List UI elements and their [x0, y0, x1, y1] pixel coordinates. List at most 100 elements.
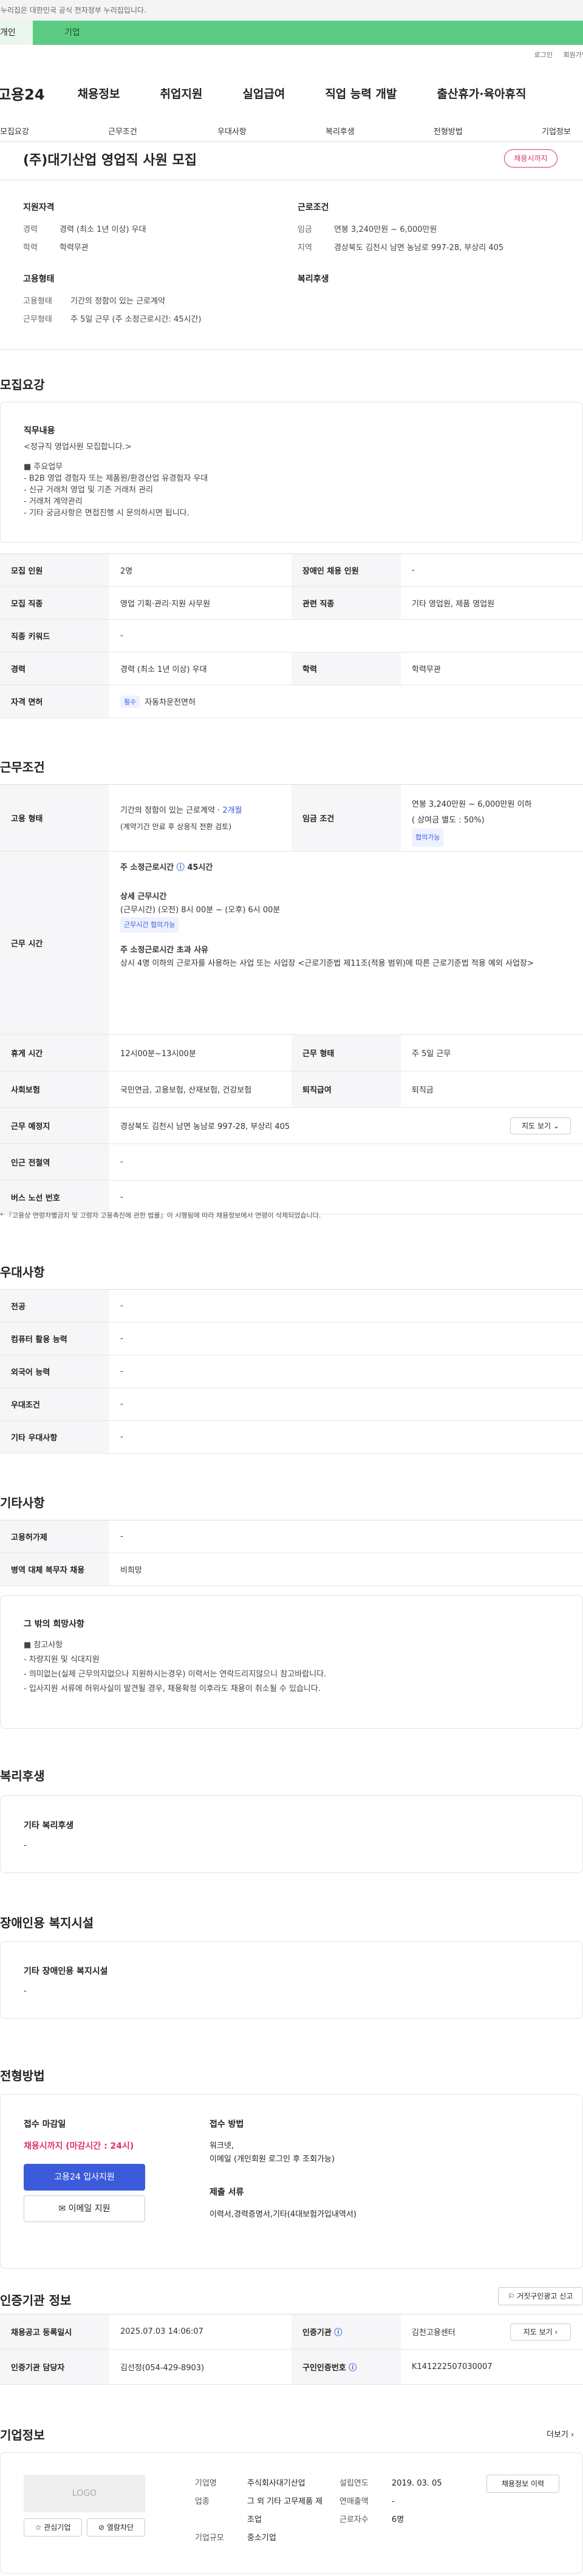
company-logo: LOGO	[24, 2475, 145, 2512]
etc-section-title: 기타사항	[0, 1496, 45, 1510]
table-row: 우대조건 -	[0, 1388, 583, 1421]
star-icon: ☆	[35, 2523, 42, 2532]
wage-row: 임금 연봉 3,240만원 ~ 6,000만원	[298, 225, 437, 234]
anchor-recruit[interactable]: 모집요강	[0, 125, 29, 137]
table-row: 채용공고 등록일시 2025.07.03 14:06:07 인증기관 ⓘ 김천고용…	[0, 2314, 583, 2350]
deadline-heading: 접수 마감일	[24, 2120, 66, 2129]
process-section-title: 전형방법	[0, 2069, 45, 2083]
other-notes-heading: 그 밖의 희망사항	[24, 1619, 84, 1629]
conditions-heading: 근로조건	[298, 203, 329, 212]
hours-negotiable-chip: 근무시간 협의가능	[120, 917, 179, 933]
anchor-pref[interactable]: 우대사항	[217, 125, 247, 137]
job-history-button[interactable]: 채용정보 이력	[486, 2475, 559, 2493]
required-chip: 필수	[120, 695, 140, 708]
block-icon: ⊘	[98, 2523, 105, 2532]
main-nav: 고용24 채용정보 취업지원 실업급여 직업 능력 개발 출산휴가·육아휴직	[0, 78, 583, 108]
anchor-work[interactable]: 근무조건	[108, 125, 137, 137]
utility-links: 로그인 회원가입	[0, 50, 583, 64]
login-link[interactable]: 로그인	[534, 51, 553, 59]
table-row: 컴퓨터 활용 능력 -	[0, 1323, 583, 1355]
deadline-value: 채용시까지 (마감시간 : 24시)	[24, 2141, 134, 2151]
tab-business[interactable]: 기업	[33, 21, 80, 45]
company-values: 주식회사대기산업 그 외 기타 고무제품 제조업 중소기업	[247, 2479, 323, 2543]
etc-table: 고용허가제 - 병역 대체 복무자 채용 비희망	[0, 1520, 583, 1586]
welfare-box: 기타 복리후생 -	[0, 1795, 583, 1873]
info-icon[interactable]: ⓘ	[349, 2361, 356, 2373]
table-row: 근무 시간 주 소정근로시간 ⓘ 45시간 상세 근무시간 (근무시간) (오전…	[0, 852, 583, 1035]
duty-heading: 직무내용	[24, 426, 55, 436]
table-row: 사회보험 국민연금, 고용보험, 산재보험, 건강보험 퇴직급여 퇴직금	[0, 1071, 583, 1108]
table-row: 휴게 시간 12시00분~13시00분 근무 형태 주 5일 근무	[0, 1035, 583, 1071]
anchor-company[interactable]: 기업정보	[542, 125, 571, 137]
section-anchor-nav: 모집요강 근무조건 우대사항 복리후생 전형방법 기업정보	[0, 119, 583, 142]
disabled-box: 기타 장애인용 복지시설 -	[0, 1941, 583, 2019]
table-row: 근무 예정지 경상북도 김천시 남면 농남로 997-28, 부상리 405 지도…	[0, 1108, 583, 1144]
table-row: 경력 경력 (최소 1년 이상) 우대 학력 학력무관	[0, 652, 583, 685]
work-table: 고용 형태 기간의 정함이 있는 근로계약 · 2개월 (계약기간 만료 후 상…	[0, 784, 583, 1221]
table-row: 모집 인원 2명 장애인 채용 인원 -	[0, 554, 583, 587]
gov-banner-text: 이 누리집은 대한민국 공식 전자정부 누리집입니다.	[0, 6, 146, 15]
status-badge: 채용시까지	[504, 149, 557, 168]
site-logo[interactable]: 고용24	[0, 83, 45, 104]
disabled-section-title: 장애인용 복지시설	[0, 1916, 94, 1930]
table-row: 전공 -	[0, 1290, 583, 1323]
process-box: 접수 마감일 채용시까지 (마감시간 : 24시) 고용24 입사지원 ✉ 이메…	[0, 2094, 583, 2269]
age-notice: * 『고용상 연령차별금지 및 고령자 고용촉진에 관한 법률』이 시행됨에 따…	[0, 1212, 321, 1219]
agency-section-title: 인증기관 정보	[0, 2293, 72, 2308]
table-row: 고용 형태 기간의 정함이 있는 근로계약 · 2개월 (계약기간 만료 후 상…	[0, 785, 583, 852]
table-row: 인증기관 담당자 김선정(054-429-8903) 구인인증번호 ⓘ K1412…	[0, 2350, 583, 2385]
map-view-button[interactable]: 지도 보기 ⌄	[510, 1117, 571, 1134]
duty-box: 직무내용 <정규직 영업사원 모집합니다.> ■ 주요업무 - B2B 영업 경험…	[0, 402, 583, 543]
pref-table: 전공 - 컴퓨터 활용 능력 - 외국어 능력 - 우대조건 - 기타 우대사항 -	[0, 1289, 583, 1454]
disabled-value: -	[24, 1987, 27, 1996]
work-section-title: 근무조건	[0, 760, 45, 774]
block-company-button[interactable]: ⊘ 열람차단	[87, 2518, 145, 2537]
info-icon[interactable]: ⓘ	[177, 863, 185, 872]
contract-period-link[interactable]: 2개월	[222, 806, 242, 815]
negotiable-chip: 협의가능	[412, 829, 444, 847]
welfare-value: -	[24, 1841, 27, 1850]
company-section-title: 기업정보	[0, 2428, 45, 2442]
education-row: 학력 학력무관	[23, 243, 89, 253]
company-box: LOGO ☆ 관심기업 ⊘ 열람차단 기업명 업종 기업규모 주식회사대기산업 그 외…	[0, 2452, 583, 2574]
anchor-welfare[interactable]: 복리후생	[326, 125, 355, 137]
nav-item-unemployment-benefit[interactable]: 실업급여	[242, 85, 285, 101]
job-title: (주)대기산업 영업직 사원 모집	[23, 153, 197, 168]
duty-text: <정규직 영업사원 모집합니다.> ■ 주요업무 - B2B 영업 경험자 또는 …	[24, 442, 208, 518]
info-icon[interactable]: ⓘ	[334, 2326, 342, 2337]
tab-personal[interactable]: 개인	[0, 21, 33, 45]
report-fake-ad-button[interactable]: ⚐ 거짓구인광고 신고	[498, 2287, 583, 2305]
company-labels-2: 설립연도 연매출액 근로자수	[339, 2479, 369, 2524]
company-more-link[interactable]: 더보기 ›	[547, 2428, 574, 2439]
site-tabs: 개인 기업	[0, 21, 583, 45]
agency-map-button[interactable]: 지도 보기 ›	[510, 2323, 571, 2340]
welfare-subheading: 기타 복리후생	[24, 1821, 74, 1831]
apply-button[interactable]: 고용24 입사지원	[24, 2164, 145, 2191]
table-row: 직종 키워드 -	[0, 620, 583, 652]
anchor-process[interactable]: 전형방법	[434, 125, 463, 137]
docs-heading: 제출 서류	[210, 2188, 244, 2197]
join-link[interactable]: 회원가입	[564, 51, 583, 59]
favorite-company-button[interactable]: ☆ 관심기업	[24, 2518, 82, 2537]
table-row: 모집 직종 영업 기획·관리·지원 사무원 관련 직종 기타 영업원, 제품 영업원	[0, 587, 583, 620]
table-row: 고용허가제 -	[0, 1520, 583, 1553]
nav-item-parental-leave[interactable]: 출산휴가·육아휴직	[437, 85, 526, 101]
email-apply-button[interactable]: ✉ 이메일 지원	[24, 2195, 145, 2222]
job-summary: 지원자격 경력 경력 (최소 1년 이상) 우대 학력 학력무관 고용형태 고용형태…	[0, 180, 583, 350]
table-row: 기타 우대사항 -	[0, 1421, 583, 1454]
pref-section-title: 우대사항	[0, 1265, 45, 1280]
method-heading: 접수 방법	[210, 2120, 244, 2129]
nav-item-vocational-training[interactable]: 직업 능력 개발	[325, 85, 397, 101]
table-row: 버스 노선 번호 -	[0, 1181, 583, 1215]
welfare-heading: 복리후생	[298, 274, 329, 284]
nav-item-jobs[interactable]: 채용정보	[78, 85, 120, 101]
company-labels: 기업명 업종 기업규모	[195, 2479, 224, 2543]
company-values-2: 2019. 03. 05-6명	[392, 2479, 442, 2524]
other-notes-text: ■ 참고사항 - 차량지원 및 식대지원 - 의미없는(실제 근무의지없으나 지원하…	[24, 1641, 327, 1693]
method-value: 워크넷, 이메일 (개인회원 로그인 후 조회가능)	[210, 2141, 335, 2164]
disabled-subheading: 기타 장애인용 복지시설	[24, 1967, 108, 1976]
agency-table: 채용공고 등록일시 2025.07.03 14:06:07 인증기관 ⓘ 김천고용…	[0, 2314, 583, 2385]
recruit-section-title: 모집요강	[0, 378, 45, 392]
nav-item-employment-support[interactable]: 취업지원	[160, 85, 202, 101]
recruit-table: 모집 인원 2명 장애인 채용 인원 - 모집 직종 영업 기획·관리·지원 사무원 …	[0, 554, 583, 718]
